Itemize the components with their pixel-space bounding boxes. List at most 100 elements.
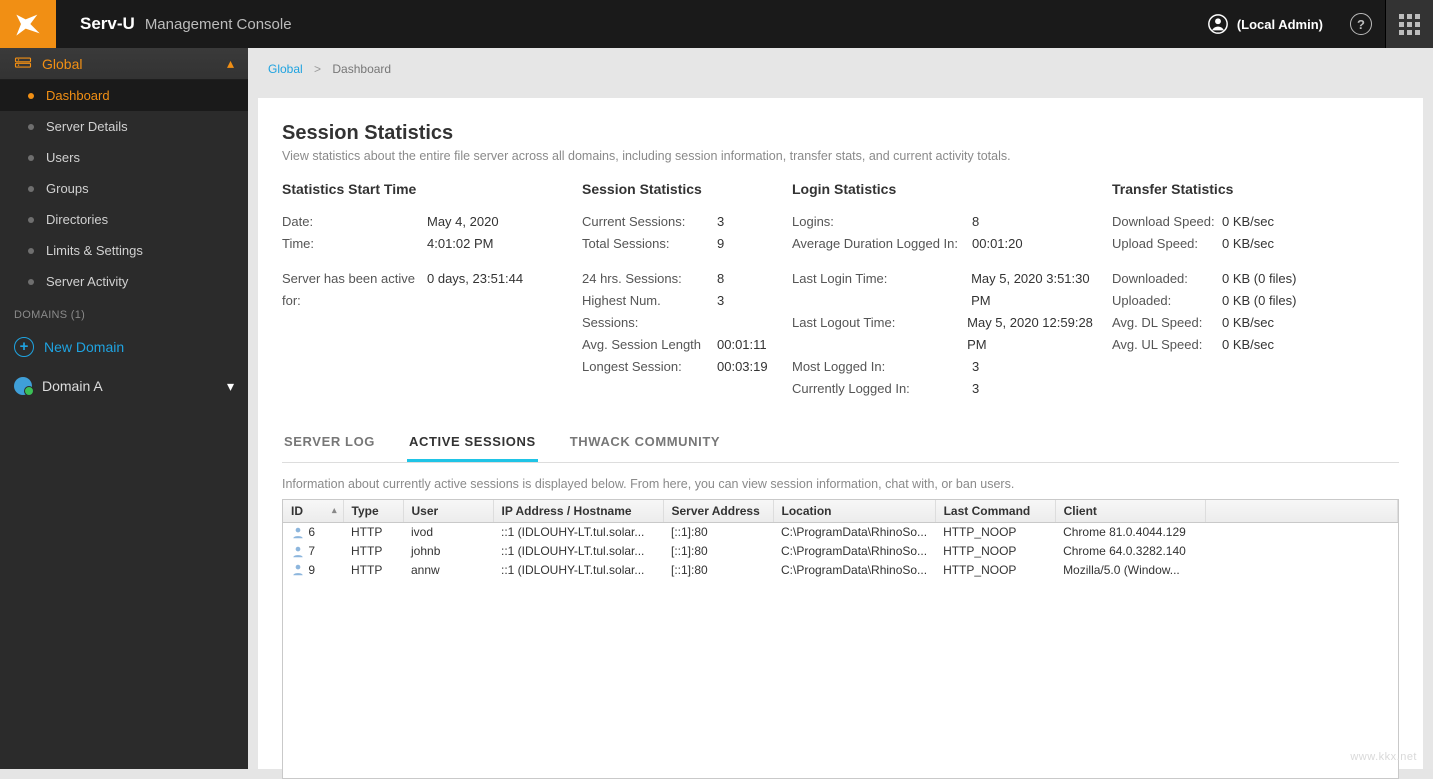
- cell-loc: C:\ProgramData\RhinoSo...: [773, 561, 935, 580]
- breadcrumb-current: Dashboard: [332, 62, 391, 76]
- bullet-icon: [28, 186, 34, 192]
- cell-user: annw: [403, 561, 493, 580]
- sidebar-item-server-activity[interactable]: Server Activity: [0, 266, 248, 297]
- sidebar-item-users[interactable]: Users: [0, 142, 248, 173]
- sidebar-item-label: Groups: [46, 181, 89, 196]
- table-row[interactable]: 6HTTPivod::1 (IDLOUHY-LT.tul.solar...[::…: [283, 523, 1398, 542]
- sidebar: Global ▴ Dashboard Server Details Users …: [0, 48, 248, 769]
- bullet-icon: [28, 93, 34, 99]
- bullet-icon: [28, 217, 34, 223]
- cell-type: HTTP: [343, 542, 403, 561]
- new-domain-button[interactable]: + New Domain: [0, 327, 248, 367]
- cell-ip: ::1 (IDLOUHY-LT.tul.solar...: [493, 523, 663, 542]
- sidebar-item-label: Server Details: [46, 119, 128, 134]
- apps-grid-icon: [1399, 14, 1420, 35]
- cell-loc: C:\ProgramData\RhinoSo...: [773, 542, 935, 561]
- cell-type: HTTP: [343, 523, 403, 542]
- user-menu[interactable]: (Local Admin): [1193, 13, 1337, 35]
- tab-thwack[interactable]: THWACK COMMUNITY: [568, 424, 722, 462]
- sessions-table-wrap: ID Type User IP Address / Hostname Serve…: [282, 499, 1399, 779]
- breadcrumb-sep: >: [306, 62, 329, 76]
- cell-user: johnb: [403, 542, 493, 561]
- sidebar-head-global[interactable]: Global ▴: [0, 48, 248, 80]
- topbar: Serv-U Management Console (Local Admin) …: [0, 0, 1433, 48]
- col-location[interactable]: Location: [773, 500, 935, 523]
- server-icon: [14, 56, 32, 72]
- cell-cmd: HTTP_NOOP: [935, 542, 1055, 561]
- bullet-icon: [28, 279, 34, 285]
- tab-server-log[interactable]: SERVER LOG: [282, 424, 377, 462]
- cell-client: Mozilla/5.0 (Window...: [1055, 561, 1205, 580]
- help-button[interactable]: ?: [1337, 0, 1385, 48]
- cell-id: 6: [283, 523, 343, 542]
- tab-description: Information about currently active sessi…: [282, 463, 1399, 499]
- stats-start-time: Statistics Start Time Date:May 4, 2020 T…: [282, 181, 582, 400]
- cell-empty: [1205, 523, 1397, 542]
- sidebar-item-directories[interactable]: Directories: [0, 204, 248, 235]
- brand-sub: Management Console: [145, 16, 292, 33]
- sidebar-item-groups[interactable]: Groups: [0, 173, 248, 204]
- sidebar-item-label: Users: [46, 150, 80, 165]
- stats-row: Statistics Start Time Date:May 4, 2020 T…: [282, 181, 1399, 400]
- domain-label: Domain A: [42, 378, 103, 394]
- sidebar-domains-label: DOMAINS (1): [0, 297, 248, 327]
- stats-head: Statistics Start Time: [282, 181, 582, 197]
- tab-active-sessions[interactable]: ACTIVE SESSIONS: [407, 424, 538, 462]
- sidebar-domain-a[interactable]: Domain A ▾: [0, 367, 248, 405]
- breadcrumb: Global > Dashboard: [248, 48, 1433, 84]
- stats-login: Login Statistics Logins:8 Average Durati…: [792, 181, 1112, 400]
- user-label: (Local Admin): [1237, 17, 1323, 32]
- col-server[interactable]: Server Address: [663, 500, 773, 523]
- sidebar-head-label: Global: [42, 56, 82, 72]
- cell-user: ivod: [403, 523, 493, 542]
- cell-cmd: HTTP_NOOP: [935, 523, 1055, 542]
- sidebar-item-label: Dashboard: [46, 88, 110, 103]
- chevron-up-icon: ▴: [227, 55, 234, 72]
- user-circle-icon: [1207, 13, 1229, 35]
- cell-server: [::1]:80: [663, 523, 773, 542]
- col-user[interactable]: User: [403, 500, 493, 523]
- table-row[interactable]: 9HTTPannw::1 (IDLOUHY-LT.tul.solar...[::…: [283, 561, 1398, 580]
- cell-loc: C:\ProgramData\RhinoSo...: [773, 523, 935, 542]
- cell-ip: ::1 (IDLOUHY-LT.tul.solar...: [493, 542, 663, 561]
- content-card: Session Statistics View statistics about…: [258, 98, 1423, 769]
- stats-session: Session Statistics Current Sessions:3 To…: [582, 181, 792, 400]
- cell-ip: ::1 (IDLOUHY-LT.tul.solar...: [493, 561, 663, 580]
- stats-head: Session Statistics: [582, 181, 792, 197]
- cell-client: Chrome 81.0.4044.129: [1055, 523, 1205, 542]
- side-nav: Dashboard Server Details Users Groups Di…: [0, 80, 248, 297]
- sessions-table: ID Type User IP Address / Hostname Serve…: [283, 500, 1398, 579]
- breadcrumb-global[interactable]: Global: [268, 62, 303, 76]
- sidebar-item-label: Server Activity: [46, 274, 128, 289]
- col-ip[interactable]: IP Address / Hostname: [493, 500, 663, 523]
- tabs: SERVER LOG ACTIVE SESSIONS THWACK COMMUN…: [282, 424, 1399, 463]
- sidebar-item-server-details[interactable]: Server Details: [0, 111, 248, 142]
- sidebar-item-label: Directories: [46, 212, 108, 227]
- col-command[interactable]: Last Command: [935, 500, 1055, 523]
- page-title: Session Statistics: [282, 122, 1399, 145]
- col-empty[interactable]: [1205, 500, 1397, 523]
- bullet-icon: [28, 124, 34, 130]
- page-subtitle: View statistics about the entire file se…: [282, 149, 1399, 163]
- bullet-icon: [28, 155, 34, 161]
- col-client[interactable]: Client: [1055, 500, 1205, 523]
- chevron-down-icon: ▾: [227, 378, 234, 395]
- help-icon: ?: [1350, 13, 1372, 35]
- bird-logo-icon: [14, 10, 42, 38]
- sidebar-item-limits-settings[interactable]: Limits & Settings: [0, 235, 248, 266]
- new-domain-label: New Domain: [44, 339, 124, 355]
- stats-transfer: Transfer Statistics Download Speed:0 KB/…: [1112, 181, 1372, 400]
- col-id[interactable]: ID: [283, 500, 343, 523]
- stats-head: Transfer Statistics: [1112, 181, 1372, 197]
- plus-circle-icon: +: [14, 337, 34, 357]
- col-type[interactable]: Type: [343, 500, 403, 523]
- table-row[interactable]: 7HTTPjohnb::1 (IDLOUHY-LT.tul.solar...[:…: [283, 542, 1398, 561]
- cell-cmd: HTTP_NOOP: [935, 561, 1055, 580]
- main: Global > Dashboard Session Statistics Vi…: [248, 48, 1433, 769]
- apps-button[interactable]: [1385, 0, 1433, 48]
- sidebar-item-dashboard[interactable]: Dashboard: [0, 80, 248, 111]
- cell-client: Chrome 64.0.3282.140: [1055, 542, 1205, 561]
- cell-id: 9: [283, 561, 343, 580]
- logo[interactable]: [0, 0, 56, 48]
- brand: Serv-U Management Console: [56, 14, 292, 34]
